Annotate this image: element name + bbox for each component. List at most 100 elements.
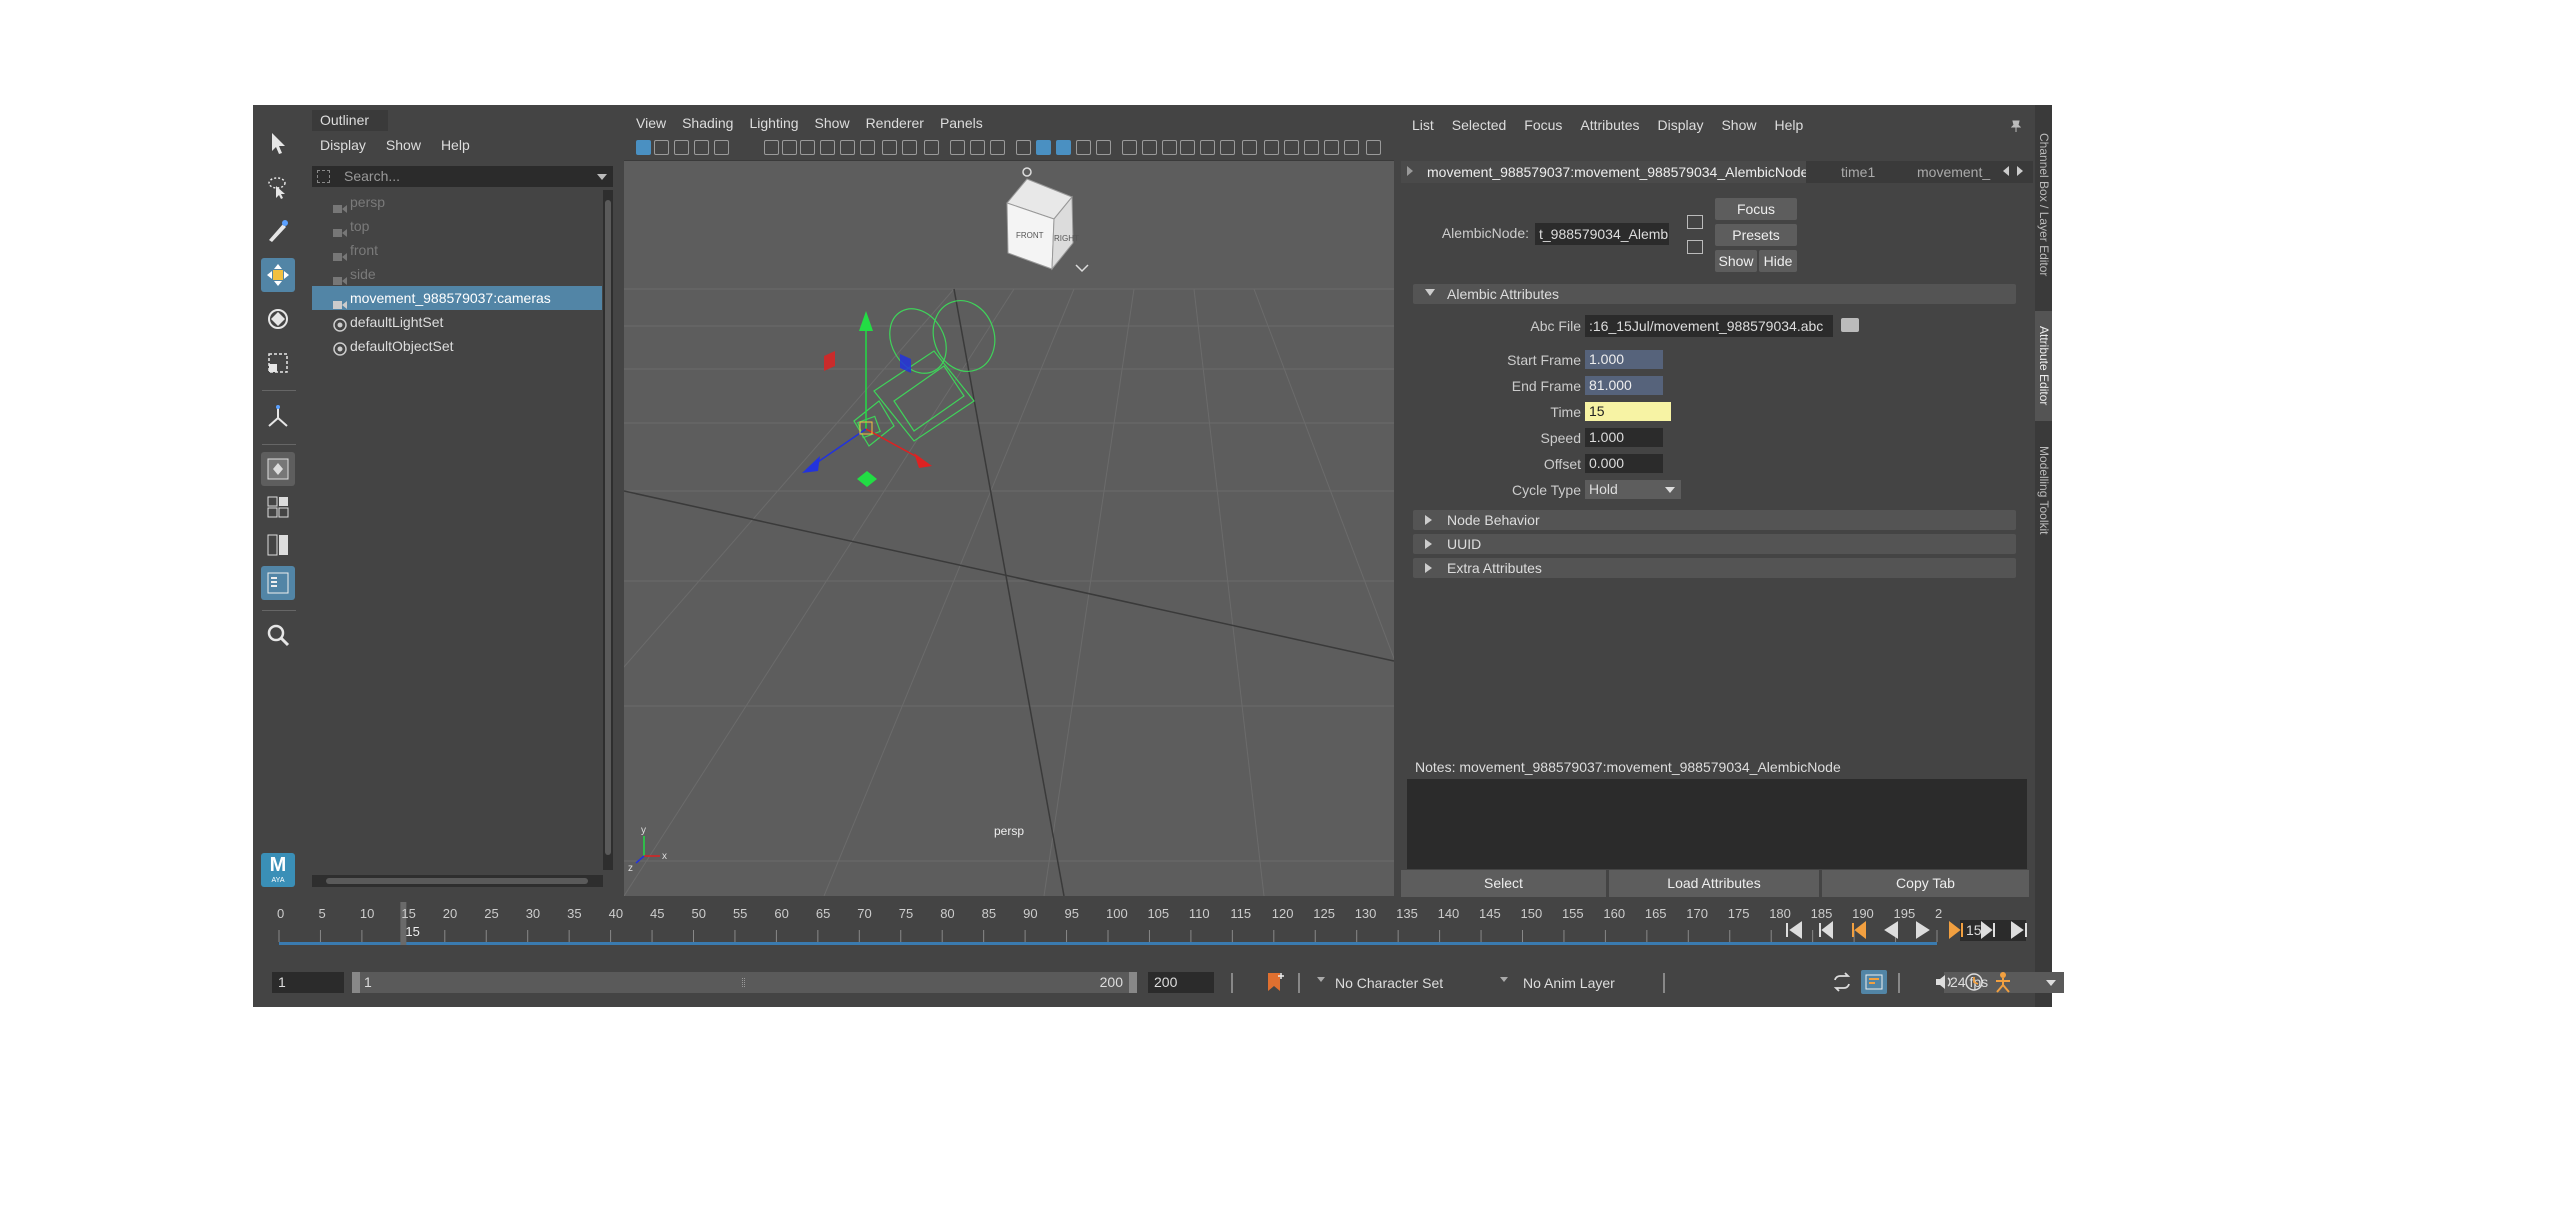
- section-node-behavior[interactable]: Node Behavior: [1413, 510, 2016, 530]
- depth-of-field-icon[interactable]: [1180, 140, 1195, 155]
- loop-icon[interactable]: [1831, 972, 1853, 992]
- search-input[interactable]: Search...: [344, 166, 400, 187]
- x-ray-active-icon[interactable]: [1242, 140, 1257, 155]
- paint-select-tool-icon[interactable]: [261, 214, 295, 248]
- step-forward-key-icon[interactable]: [1978, 920, 1996, 940]
- viewport-menu-lighting[interactable]: Lighting: [749, 111, 798, 135]
- end-frame-field[interactable]: 81.000: [1585, 376, 1663, 395]
- ae-menu-attributes[interactable]: Attributes: [1580, 112, 1639, 138]
- play-forwards-icon[interactable]: [1913, 920, 1931, 940]
- use-lights-icon[interactable]: [1076, 140, 1091, 155]
- time-field[interactable]: 15: [1585, 402, 1671, 421]
- play-backwards-icon[interactable]: [1881, 920, 1899, 940]
- outliner-item[interactable]: top: [312, 214, 602, 238]
- viewport-menu-renderer[interactable]: Renderer: [866, 111, 924, 135]
- cycle-type-dropdown[interactable]: Hold: [1585, 480, 1681, 499]
- gamma-icon[interactable]: [1344, 140, 1359, 155]
- go-to-start-icon[interactable]: [1784, 920, 1802, 940]
- notes-textarea[interactable]: [1407, 779, 2027, 869]
- hide-button[interactable]: Hide: [1759, 250, 1797, 272]
- outliner-item[interactable]: defaultObjectSet: [312, 334, 602, 358]
- anti-alias-icon[interactable]: [1162, 140, 1177, 155]
- viewport-panel[interactable]: View Shading Lighting Show Renderer Pane…: [624, 111, 1394, 896]
- select-tool-icon[interactable]: [261, 126, 295, 160]
- presets-button[interactable]: Presets: [1715, 224, 1797, 246]
- ae-menu-help[interactable]: Help: [1774, 112, 1803, 138]
- pin-icon[interactable]: [2010, 119, 2022, 132]
- soft-mod-icon[interactable]: [261, 400, 295, 434]
- grease-pencil-icon[interactable]: [800, 140, 815, 155]
- film-gate-icon[interactable]: [714, 140, 729, 155]
- exposure-icon[interactable]: [1324, 140, 1339, 155]
- viewport-scene[interactable]: FRONT RIGHT y x z: [624, 161, 1394, 896]
- x-ray-joints-icon[interactable]: [1220, 140, 1235, 155]
- viewport-menu-view[interactable]: View: [636, 111, 666, 135]
- viewcube[interactable]: FRONT RIGHT: [1006, 167, 1089, 273]
- sound-icon[interactable]: [1933, 972, 1955, 992]
- zoom-icon[interactable]: [261, 618, 295, 652]
- film-gate-toggle-icon[interactable]: [840, 140, 855, 155]
- offset-field[interactable]: 0.000: [1585, 454, 1663, 473]
- time-slider[interactable]: 0 5 10 15 20 25 30 35 40 45 50 55 60 65 70 75 80 85 90 95 10…: [267, 902, 1944, 952]
- rotate-tool-icon[interactable]: [261, 302, 295, 336]
- gate-mask-icon[interactable]: [882, 140, 897, 155]
- outliner-hscrollbar[interactable]: [312, 875, 603, 887]
- motion-blur-icon[interactable]: [1142, 140, 1157, 155]
- show-button[interactable]: Show: [1715, 250, 1757, 272]
- section-alembic-attributes[interactable]: Alembic Attributes: [1413, 284, 2016, 304]
- tab-scroll-left-icon[interactable]: [1407, 166, 1413, 176]
- select-button[interactable]: Select: [1401, 870, 1606, 897]
- speed-field[interactable]: 1.000: [1585, 428, 1663, 447]
- outliner-tab[interactable]: Outliner: [312, 110, 388, 131]
- bookmark-icon[interactable]: [674, 140, 689, 155]
- move-manipulator[interactable]: [802, 311, 932, 487]
- field-chart-icon[interactable]: [902, 140, 917, 155]
- outliner-menu-help[interactable]: Help: [441, 137, 470, 153]
- ae-tab-movement[interactable]: movement_: [1907, 161, 1999, 183]
- textured-icon[interactable]: [1056, 140, 1071, 155]
- outliner-item[interactable]: defaultLightSet: [312, 310, 602, 334]
- layout-two-icon[interactable]: [261, 528, 295, 562]
- outliner-item[interactable]: movement_988579037:cameras: [312, 286, 602, 310]
- tab-next-icon[interactable]: [2017, 166, 2023, 176]
- scale-tool-icon[interactable]: [261, 346, 295, 380]
- tab-attribute-editor[interactable]: Attribute Editor: [2035, 311, 2052, 421]
- safe-title-icon[interactable]: [950, 140, 965, 155]
- range-handle-right[interactable]: [1129, 972, 1137, 993]
- start-time-field[interactable]: 1: [272, 972, 344, 993]
- tab-prev-icon[interactable]: [2003, 166, 2009, 176]
- lock-camera-icon[interactable]: [654, 140, 669, 155]
- safe-action-icon[interactable]: [924, 140, 939, 155]
- ae-tab-time1[interactable]: time1: [1811, 161, 1905, 183]
- tab-modelling-toolkit[interactable]: Modelling Toolkit: [2035, 435, 2052, 545]
- focus-button[interactable]: Focus: [1715, 198, 1797, 220]
- ae-menu-focus[interactable]: Focus: [1524, 112, 1562, 138]
- render-icon[interactable]: [1304, 140, 1319, 155]
- ae-menu-list[interactable]: List: [1412, 112, 1434, 138]
- wireframe-icon[interactable]: [990, 140, 1005, 155]
- range-slider-bar[interactable]: 1 200: [352, 972, 1137, 993]
- image-plane-icon[interactable]: [694, 140, 709, 155]
- x-ray-icon[interactable]: [1200, 140, 1215, 155]
- go-to-end-icon[interactable]: [2009, 920, 2027, 940]
- lasso-tool-icon[interactable]: [261, 170, 295, 204]
- outliner-vscrollbar[interactable]: [603, 190, 613, 870]
- ambient-occlusion-icon[interactable]: [1122, 140, 1137, 155]
- layout-four-icon[interactable]: [261, 490, 295, 524]
- character-set-dropdown-icon[interactable]: [1317, 977, 1325, 982]
- character-set-menu[interactable]: No Character Set: [1335, 975, 1443, 991]
- select-input-icon[interactable]: [1687, 215, 1703, 229]
- animation-preferences-icon[interactable]: [1991, 970, 2015, 994]
- ae-menu-show[interactable]: Show: [1721, 112, 1756, 138]
- copy-tab-button[interactable]: Copy Tab: [1822, 870, 2029, 897]
- section-uuid[interactable]: UUID: [1413, 534, 2016, 554]
- select-output-icon[interactable]: [1687, 240, 1703, 254]
- outliner-layout-icon[interactable]: [261, 566, 295, 600]
- anim-layer-dropdown-icon[interactable]: [1500, 977, 1508, 982]
- outliner-search-field[interactable]: Search...: [312, 166, 613, 187]
- color-manage-icon[interactable]: [1366, 140, 1381, 155]
- load-attributes-button[interactable]: Load Attributes: [1609, 870, 1819, 897]
- maya-logo[interactable]: M AYA: [261, 853, 295, 887]
- abc-file-field[interactable]: :16_15Jul/movement_988579034.abc: [1585, 315, 1833, 337]
- start-frame-field[interactable]: 1.000: [1585, 350, 1663, 369]
